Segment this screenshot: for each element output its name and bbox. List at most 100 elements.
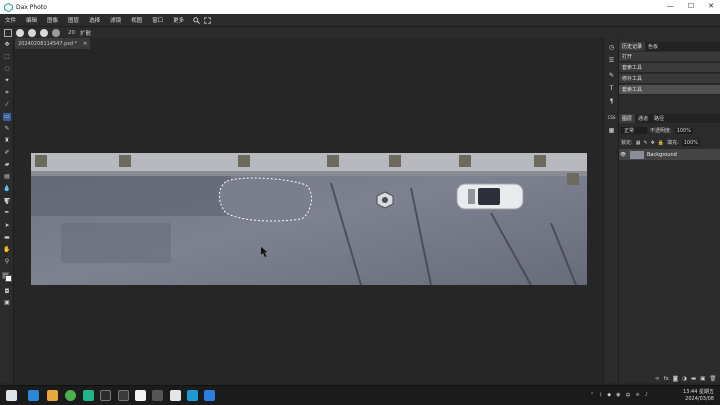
fullscreen-icon[interactable]: [204, 16, 211, 24]
menu-layer[interactable]: 图层: [63, 16, 84, 24]
dax-photo-taskbar-icon[interactable]: [187, 390, 198, 401]
app-icon-blue[interactable]: [204, 390, 215, 401]
eyedropper-tool-icon[interactable]: ⁄: [3, 101, 11, 109]
lock-pixels-icon[interactable]: ✎: [643, 140, 647, 146]
layer-row[interactable]: 👁 Background: [619, 149, 720, 160]
history-item-current[interactable]: 套索工具: [619, 85, 720, 95]
lasso-tool-icon[interactable]: ◌: [3, 65, 11, 73]
lock-position-icon[interactable]: ✥: [651, 140, 655, 146]
history-panel-icon[interactable]: ◷: [607, 43, 616, 52]
image-panel-icon[interactable]: ▦: [607, 126, 616, 135]
delete-layer-icon[interactable]: 🗑: [709, 376, 716, 383]
menu-view[interactable]: 视图: [126, 16, 147, 24]
search-icon[interactable]: [193, 16, 201, 24]
layer-mask-icon[interactable]: ◙: [673, 376, 678, 383]
start-button-icon[interactable]: [28, 390, 39, 401]
layer-thumbnail: [630, 150, 644, 159]
path-select-tool-icon[interactable]: ➤: [3, 222, 11, 230]
type-tool-icon[interactable]: T: [3, 198, 11, 206]
tray-network-icon[interactable]: ◉: [616, 392, 620, 400]
tray-bluetooth-icon[interactable]: ᛒ: [599, 392, 602, 400]
move-tool-icon[interactable]: ✥: [3, 41, 11, 49]
menu-more[interactable]: 更多: [168, 16, 189, 24]
pen-tool-icon[interactable]: ✒: [3, 209, 11, 217]
tray-volume-icon[interactable]: ♪: [645, 392, 648, 400]
visibility-eye-icon[interactable]: 👁: [619, 152, 627, 158]
brush-intersect-icon[interactable]: [52, 28, 60, 37]
close-button[interactable]: ✕: [708, 2, 714, 10]
minimize-button[interactable]: —: [667, 2, 674, 10]
weather-widget-icon[interactable]: [6, 390, 17, 401]
hand-tool-icon[interactable]: ✋: [3, 246, 11, 254]
zoom-tool-icon[interactable]: ⚲: [3, 258, 11, 266]
terminal-icon[interactable]: [118, 390, 129, 401]
patch-tool-icon[interactable]: ▭: [3, 113, 11, 121]
menu-window[interactable]: 窗口: [147, 16, 168, 24]
tab-paths[interactable]: 路径: [651, 114, 667, 123]
system-clock[interactable]: 13:44 星期五 2024/03/08: [683, 389, 714, 403]
app-icon-dark[interactable]: [100, 390, 111, 401]
stamp-tool-icon[interactable]: ♜: [3, 137, 11, 145]
size-value[interactable]: 20: [68, 30, 75, 36]
history-item[interactable]: 套索工具: [619, 63, 720, 73]
gradient-tool-icon[interactable]: ▤: [3, 173, 11, 181]
history-brush-tool-icon[interactable]: ✐: [3, 149, 11, 157]
tool-preset-icon[interactable]: [4, 28, 12, 37]
css-panel-icon[interactable]: CSS: [607, 113, 616, 122]
history-item[interactable]: 打开: [619, 52, 720, 62]
brush-mode-icon[interactable]: [16, 28, 24, 37]
chrome-icon[interactable]: [65, 390, 76, 401]
paragraph-panel-icon[interactable]: ¶: [607, 97, 616, 106]
tray-wifi-icon[interactable]: ≋: [635, 392, 639, 400]
menu-filter[interactable]: 滤镜: [105, 16, 126, 24]
file-explorer-icon[interactable]: [47, 390, 58, 401]
app-icon-green[interactable]: [83, 390, 94, 401]
blend-mode-select[interactable]: 正常: [621, 127, 647, 134]
tray-input-icon[interactable]: 中: [625, 392, 630, 400]
fill-input[interactable]: 100%: [681, 139, 701, 146]
tray-chevron-icon[interactable]: ⌃: [590, 392, 594, 400]
lock-all-icon[interactable]: 🔒: [658, 140, 664, 146]
layer-effects-icon[interactable]: fx: [664, 376, 669, 383]
tray-app-icon[interactable]: ◆: [607, 392, 611, 400]
blur-tool-icon[interactable]: 💧: [3, 185, 11, 193]
magic-wand-tool-icon[interactable]: ✦: [3, 77, 11, 85]
tab-layers[interactable]: 图层: [619, 114, 636, 123]
new-layer-icon[interactable]: ▣: [700, 376, 705, 383]
crop-tool-icon[interactable]: ⌗: [3, 89, 11, 97]
character-panel-icon[interactable]: T: [607, 84, 616, 93]
screen-mode-icon[interactable]: ▣: [3, 299, 11, 307]
lock-label: 锁定:: [621, 140, 633, 146]
tab-channels[interactable]: 通道: [635, 114, 651, 123]
link-layers-icon[interactable]: ∞: [655, 376, 660, 383]
brush-panel-icon[interactable]: ✎: [607, 71, 616, 80]
quick-mask-icon[interactable]: ◘: [3, 288, 11, 296]
new-group-icon[interactable]: ▬: [691, 376, 696, 383]
menu-select[interactable]: 选择: [84, 16, 105, 24]
opacity-input[interactable]: 100%: [674, 127, 693, 134]
adjustment-layer-icon[interactable]: ◑: [682, 376, 687, 383]
canvas-image[interactable]: [31, 153, 587, 285]
tab-history[interactable]: 历史记录: [619, 42, 646, 51]
notepad-icon[interactable]: [135, 390, 146, 401]
marquee-tool-icon[interactable]: ⬚: [3, 53, 11, 61]
brush-tool-icon[interactable]: ✎: [3, 125, 11, 133]
brush-add-icon[interactable]: [28, 28, 36, 37]
brush-subtract-icon[interactable]: [40, 28, 48, 37]
lock-transparency-icon[interactable]: ▦: [636, 140, 641, 146]
image-viewer-icon[interactable]: [170, 390, 181, 401]
menu-image[interactable]: 图像: [42, 16, 63, 24]
menu-file[interactable]: 文件: [0, 16, 21, 24]
eraser-tool-icon[interactable]: ▰: [3, 161, 11, 169]
menu-edit[interactable]: 编辑: [21, 16, 42, 24]
document-tab[interactable]: 20240208114547.psd * ✕: [15, 38, 91, 49]
maximize-button[interactable]: ☐: [688, 2, 694, 10]
history-item[interactable]: 修补工具: [619, 74, 720, 84]
document-close-icon[interactable]: ✕: [83, 41, 87, 47]
swatches-panel-icon[interactable]: ☰: [607, 56, 616, 65]
tab-swatches[interactable]: 色板: [645, 42, 661, 51]
mode-label[interactable]: 扩散: [80, 29, 91, 37]
app-icon-gray[interactable]: [152, 390, 163, 401]
background-color-swatch[interactable]: [5, 275, 12, 282]
shape-tool-icon[interactable]: ▬: [3, 234, 11, 242]
